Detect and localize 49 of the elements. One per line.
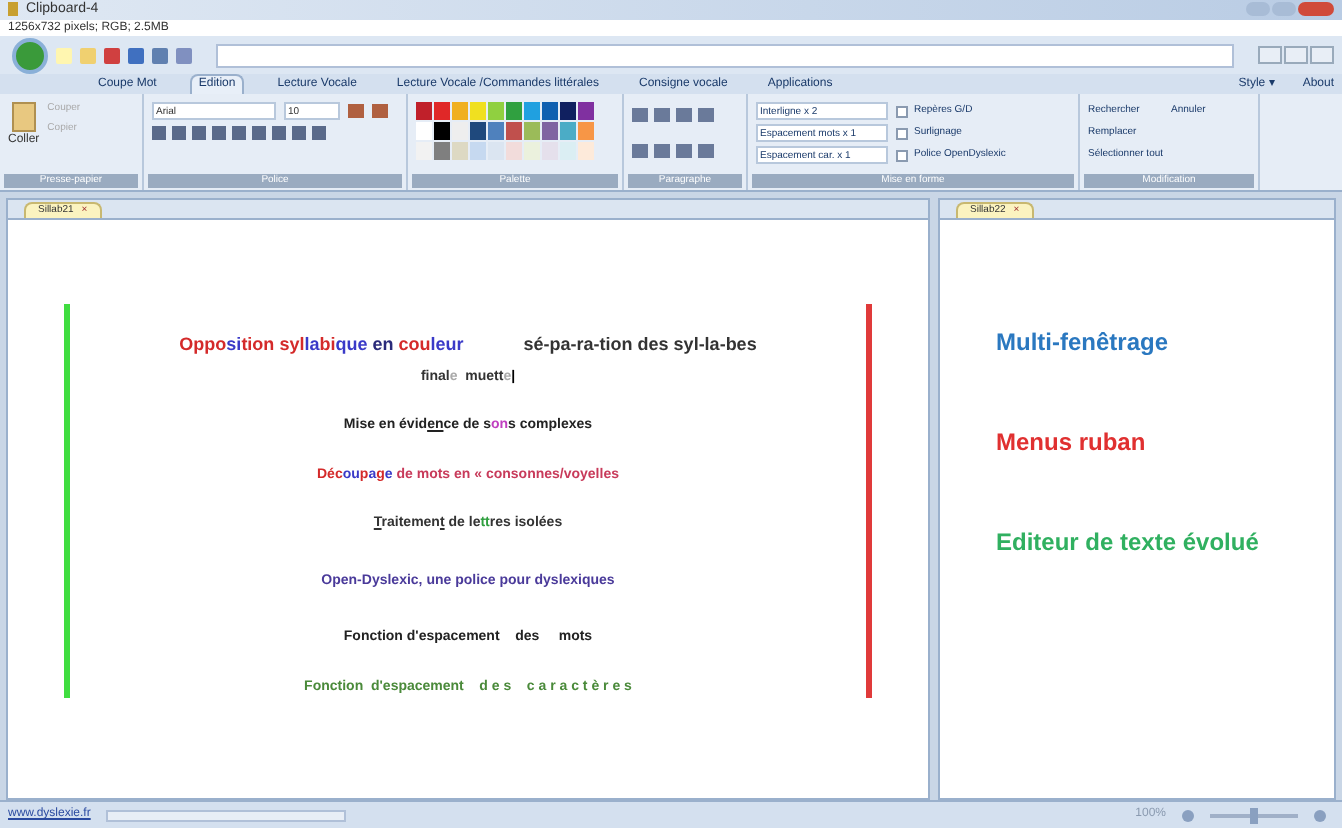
- color-swatch[interactable]: [560, 122, 576, 141]
- checkbox[interactable]: [896, 105, 908, 118]
- text-line: Multi-fenêtrage: [996, 326, 1171, 361]
- color-swatch[interactable]: [488, 102, 504, 121]
- color-swatch[interactable]: [434, 122, 450, 141]
- color-swatch[interactable]: [488, 122, 504, 141]
- minimize-doc-button[interactable]: [1258, 46, 1282, 65]
- color-swatch[interactable]: [524, 122, 540, 141]
- paste-icon: [11, 102, 36, 133]
- text-line: Opposition syllabique en couleur sé-pa-ra-tion des syl-la-bes: [179, 332, 757, 359]
- color-swatch[interactable]: [578, 122, 594, 141]
- color-swatch[interactable]: [470, 142, 486, 161]
- restore-doc-button[interactable]: [1284, 46, 1308, 65]
- color-swatch[interactable]: [506, 102, 522, 121]
- slider-thumb[interactable]: [1250, 807, 1258, 824]
- color-swatch[interactable]: [560, 102, 576, 121]
- close-button[interactable]: [1298, 2, 1334, 17]
- app-icon: [8, 2, 18, 17]
- checkbox[interactable]: [896, 127, 908, 140]
- color-swatch[interactable]: [506, 142, 522, 161]
- horizontal-scrollbar[interactable]: [106, 809, 347, 822]
- close-doc-button[interactable]: [1310, 46, 1334, 65]
- color-swatch[interactable]: [524, 102, 540, 121]
- color-swatch[interactable]: [434, 102, 450, 121]
- color-swatch[interactable]: [470, 122, 486, 141]
- color-swatch[interactable]: [452, 122, 468, 141]
- zoom-out-icon[interactable]: [1182, 809, 1194, 822]
- text-line: Menus ruban: [996, 426, 1148, 461]
- color-swatch[interactable]: [506, 122, 522, 141]
- color-swatch[interactable]: [416, 142, 432, 161]
- color-swatch[interactable]: [416, 122, 432, 141]
- color-swatch[interactable]: [434, 142, 450, 161]
- color-swatch[interactable]: [542, 142, 558, 161]
- color-swatch[interactable]: [452, 102, 468, 121]
- text-field[interactable]: [216, 43, 1234, 68]
- zoom-in-icon[interactable]: [1314, 809, 1326, 822]
- color-swatch[interactable]: [524, 142, 540, 161]
- color-swatch[interactable]: [578, 142, 594, 161]
- color-swatch[interactable]: [578, 102, 594, 121]
- zoom-slider[interactable]: [1210, 813, 1298, 818]
- color-swatch[interactable]: [470, 102, 486, 121]
- color-swatch[interactable]: [488, 142, 504, 161]
- text-line: Editeur de texte évolué: [996, 526, 1261, 561]
- color-swatch[interactable]: [542, 122, 558, 141]
- color-swatch[interactable]: [416, 102, 432, 121]
- color-swatch[interactable]: [560, 142, 576, 161]
- checkbox[interactable]: [896, 149, 908, 162]
- color-swatch[interactable]: [542, 102, 558, 121]
- color-swatch[interactable]: [452, 142, 468, 161]
